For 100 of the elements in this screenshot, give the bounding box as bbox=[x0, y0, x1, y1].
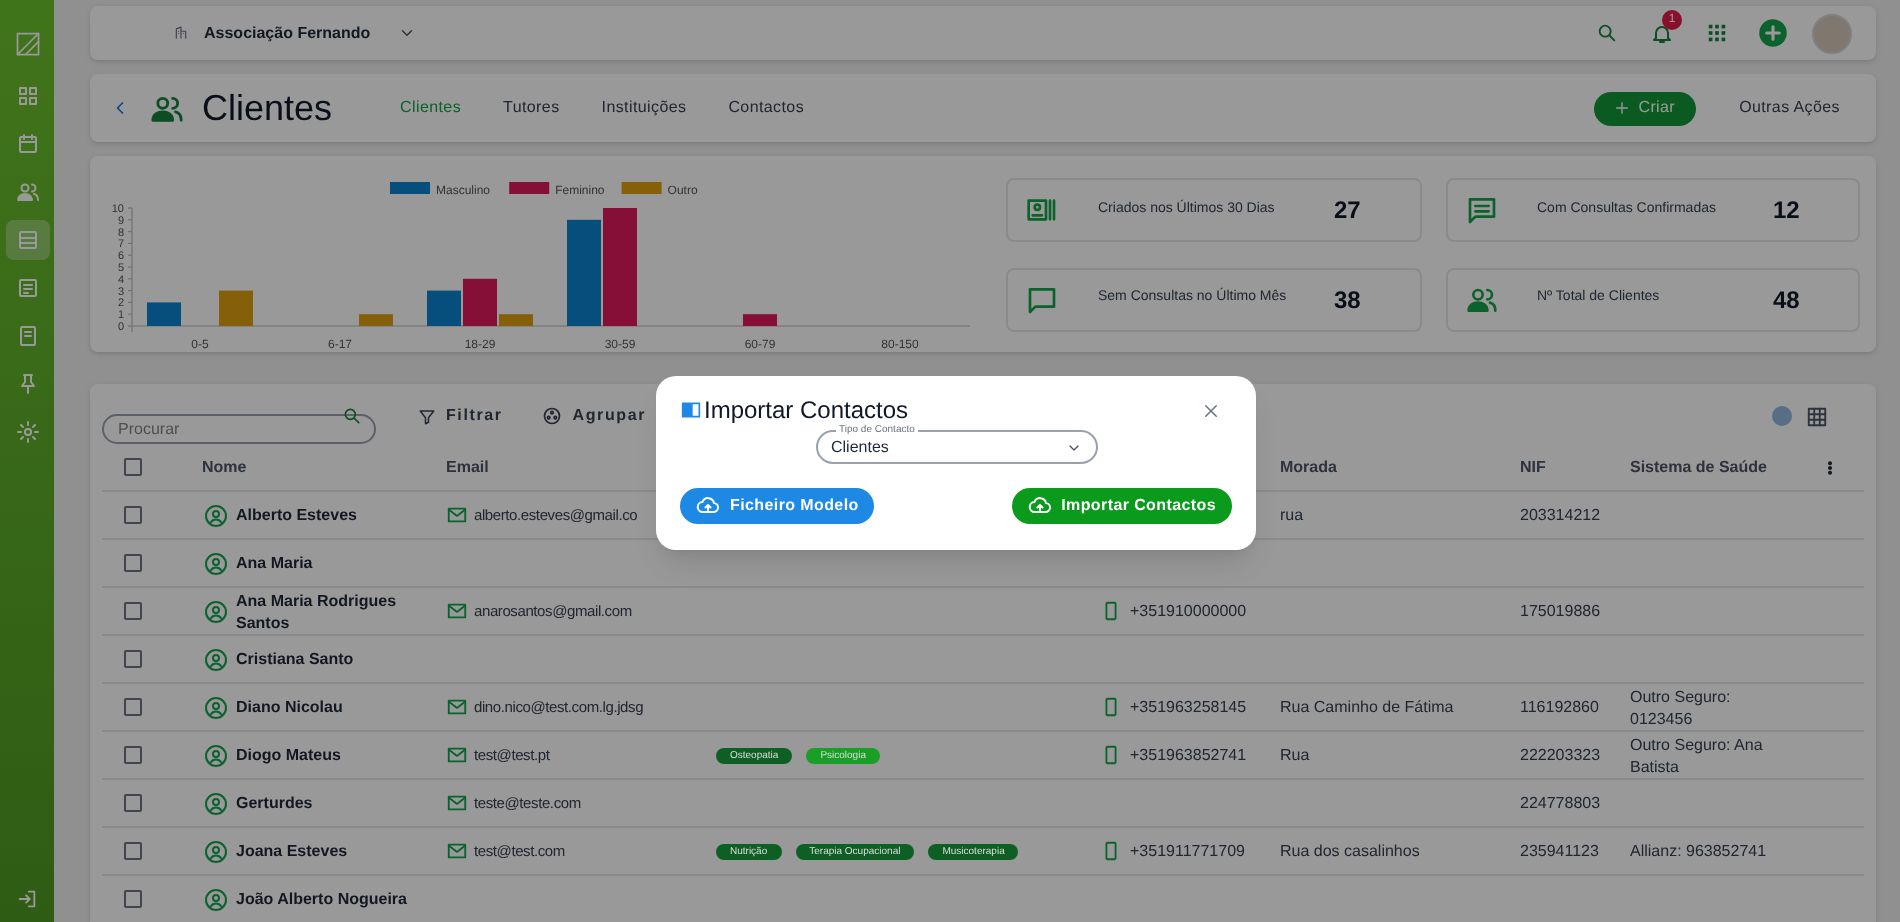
address: Rua Caminho de Fátima bbox=[1280, 697, 1454, 715]
more-vertical-icon[interactable] bbox=[1822, 457, 1838, 477]
mail-icon bbox=[446, 504, 468, 526]
group-button[interactable]: Agrupar bbox=[542, 404, 646, 428]
user-circle-icon bbox=[204, 599, 228, 623]
bar bbox=[743, 314, 777, 326]
receipt-icon bbox=[15, 276, 39, 300]
column-header[interactable]: Morada bbox=[1280, 457, 1337, 475]
user-circle-icon bbox=[204, 743, 228, 767]
mail-icon bbox=[446, 792, 468, 814]
users-icon bbox=[150, 91, 184, 125]
bar bbox=[147, 302, 181, 326]
mail-icon bbox=[446, 840, 468, 862]
user-circle-icon bbox=[204, 695, 228, 719]
address: rua bbox=[1280, 505, 1304, 523]
phone-icon bbox=[1100, 600, 1122, 622]
phone-number: +351963852741 bbox=[1130, 743, 1247, 767]
table-grid-icon[interactable] bbox=[1806, 405, 1828, 427]
search-icon[interactable] bbox=[1596, 22, 1618, 44]
checkbox[interactable] bbox=[124, 842, 142, 860]
phone-number: +351963258145 bbox=[1130, 695, 1247, 719]
filter-button[interactable]: Filtrar bbox=[418, 404, 503, 428]
organization-name: Associação Fernando bbox=[204, 21, 371, 45]
client-name[interactable]: Gerturdes bbox=[236, 792, 313, 814]
cloud-upload-icon bbox=[1027, 494, 1052, 518]
tax-number: 116192860 bbox=[1520, 697, 1599, 715]
import-button[interactable]: Importar Contactos bbox=[1011, 488, 1232, 524]
stat-value: 27 bbox=[1334, 194, 1361, 228]
pin-icon bbox=[15, 372, 39, 396]
client-name[interactable]: Joana Esteves bbox=[236, 840, 348, 862]
phone-icon bbox=[1100, 840, 1122, 862]
group-icon bbox=[542, 406, 563, 426]
id-card-icon bbox=[1026, 194, 1058, 226]
chat-bubble-icon bbox=[1026, 283, 1058, 315]
checkbox[interactable] bbox=[124, 458, 142, 476]
bar bbox=[567, 219, 601, 326]
search-icon[interactable] bbox=[342, 406, 362, 426]
logo-icon[interactable] bbox=[13, 30, 41, 58]
column-header[interactable]: Sistema de Saúde bbox=[1630, 457, 1767, 475]
column-header[interactable]: Email bbox=[446, 457, 489, 475]
legend-swatch[interactable] bbox=[390, 182, 430, 194]
filter-icon bbox=[418, 407, 436, 425]
bar bbox=[219, 290, 253, 326]
user-circle-icon bbox=[204, 791, 228, 815]
checkbox[interactable] bbox=[124, 890, 142, 908]
users-icon bbox=[15, 180, 39, 204]
client-name[interactable]: João Alberto Nogueira bbox=[236, 888, 407, 910]
phone-icon bbox=[1100, 696, 1122, 718]
plus-circle-icon[interactable] bbox=[1758, 18, 1788, 48]
tax-number: 224778803 bbox=[1520, 793, 1601, 811]
dashboard-icon bbox=[15, 84, 39, 108]
checkbox[interactable] bbox=[124, 506, 142, 524]
health-insurance: Outro Seguro: 0123456 bbox=[1630, 687, 1731, 727]
checkbox[interactable] bbox=[124, 602, 142, 620]
checkbox[interactable] bbox=[124, 554, 142, 572]
list-icon bbox=[15, 228, 39, 252]
column-header[interactable]: Nome bbox=[202, 457, 247, 475]
bar bbox=[427, 290, 461, 326]
legend-swatch[interactable] bbox=[621, 182, 662, 194]
client-name[interactable]: Diogo Mateus bbox=[236, 744, 341, 766]
template-file-button[interactable]: Ficheiro Modelo bbox=[680, 488, 875, 524]
more-actions-button[interactable]: Outras Ações bbox=[1723, 91, 1856, 125]
client-name[interactable]: Cristiana Santo bbox=[236, 648, 354, 670]
user-circle-icon bbox=[204, 503, 228, 527]
stat-value: 12 bbox=[1773, 194, 1800, 228]
phone-icon bbox=[1100, 744, 1122, 766]
mail-icon bbox=[446, 600, 468, 622]
legend-swatch[interactable] bbox=[509, 182, 550, 194]
mail-icon bbox=[446, 696, 468, 718]
tab[interactable]: Instituições bbox=[601, 96, 687, 120]
client-name[interactable]: Diano Nicolau bbox=[236, 696, 343, 718]
tab[interactable]: Contactos bbox=[728, 96, 805, 120]
tab[interactable]: Tutores bbox=[503, 96, 560, 120]
close-icon[interactable] bbox=[1202, 401, 1220, 419]
checkbox[interactable] bbox=[124, 746, 142, 764]
user-circle-icon bbox=[204, 887, 228, 911]
bar bbox=[359, 314, 393, 326]
logout-icon[interactable] bbox=[16, 888, 38, 910]
checkbox[interactable] bbox=[124, 794, 142, 812]
bell-icon[interactable] bbox=[1650, 21, 1674, 45]
create-button[interactable]: Criar bbox=[1594, 91, 1696, 125]
phone-number: +351910000000 bbox=[1130, 599, 1247, 623]
client-name[interactable]: Ana Maria Rodrigues Santos bbox=[236, 589, 446, 633]
client-name[interactable]: Ana Maria bbox=[236, 552, 313, 574]
apps-grid-icon[interactable] bbox=[1706, 22, 1728, 44]
chevron-down-icon[interactable] bbox=[398, 24, 417, 42]
health-insurance: Allianz: 963852741 bbox=[1630, 842, 1767, 860]
building-icon bbox=[174, 26, 188, 40]
tax-number: 222203323 bbox=[1520, 745, 1601, 763]
address: Rua bbox=[1280, 745, 1310, 763]
calendar-icon bbox=[15, 132, 39, 156]
client-name[interactable]: Alberto Esteves bbox=[236, 504, 357, 526]
bar bbox=[603, 208, 637, 326]
column-header[interactable]: NIF bbox=[1520, 457, 1546, 475]
checkbox[interactable] bbox=[124, 650, 142, 668]
book-icon bbox=[680, 400, 702, 420]
user-circle-icon bbox=[204, 647, 228, 671]
checkbox[interactable] bbox=[124, 698, 142, 716]
search-field[interactable]: Procurar bbox=[102, 413, 376, 443]
tax-number: 235941123 bbox=[1520, 841, 1599, 859]
